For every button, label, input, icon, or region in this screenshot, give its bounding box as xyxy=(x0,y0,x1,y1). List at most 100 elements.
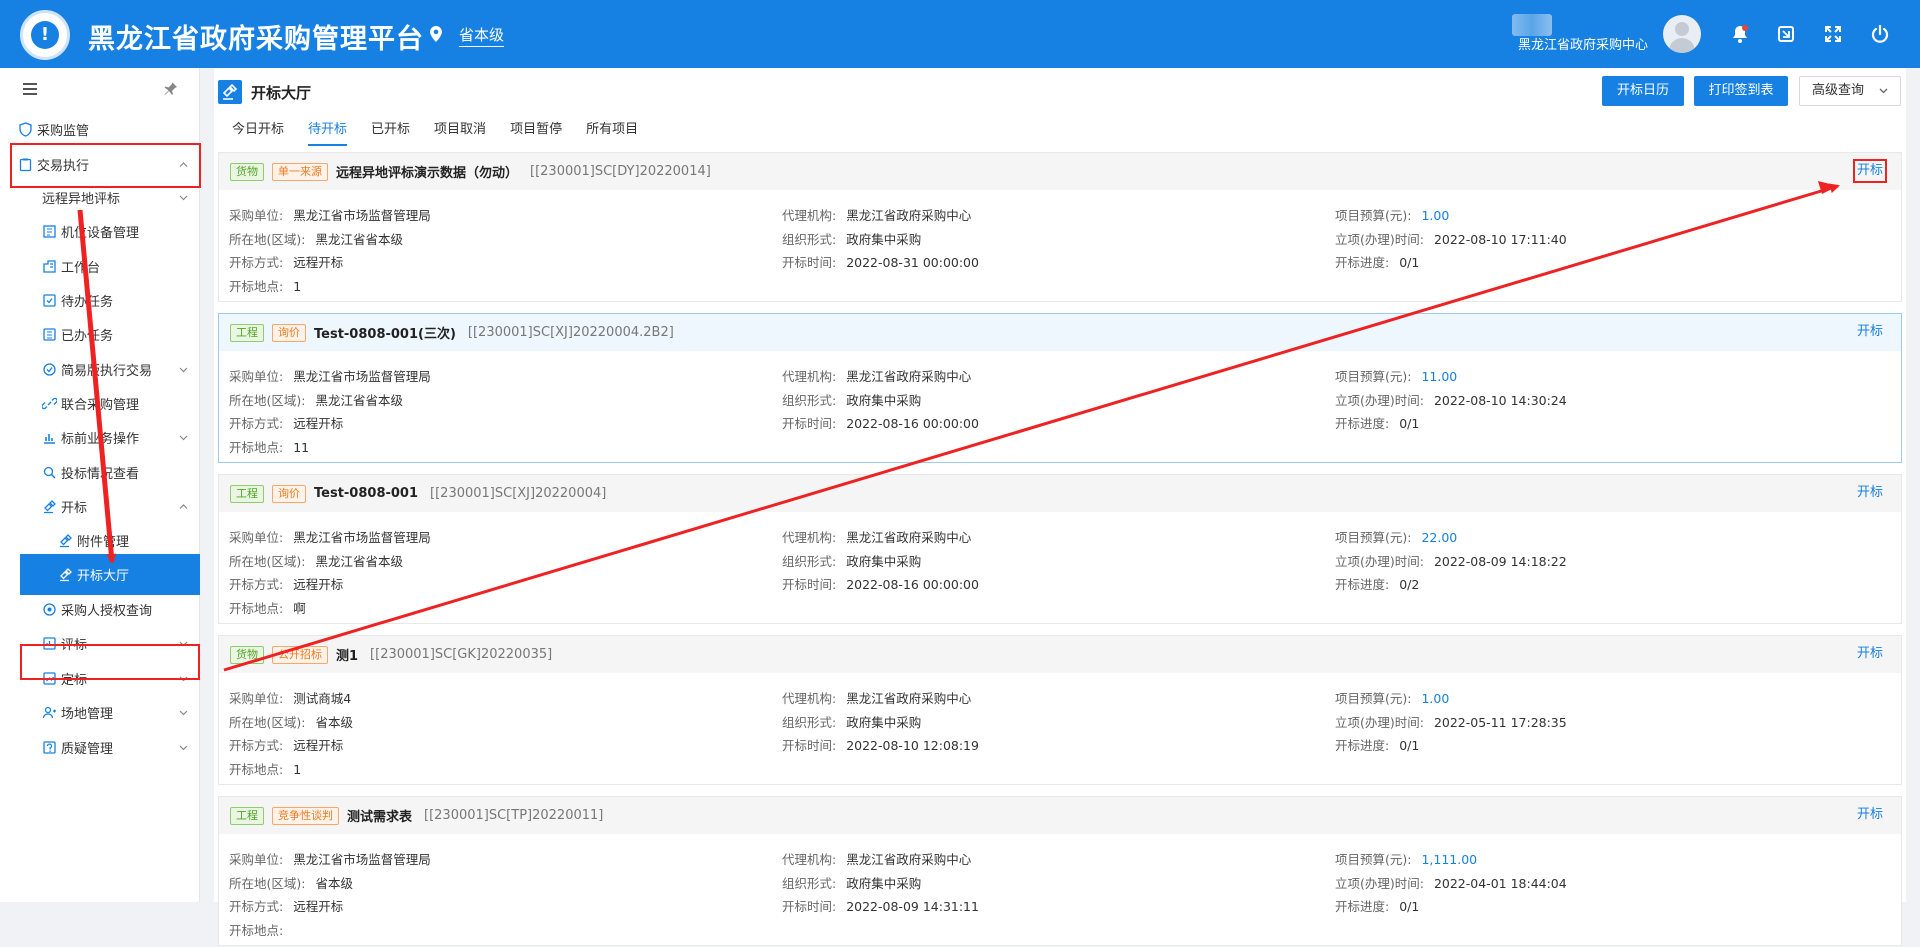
chevron-down-icon[interactable] xyxy=(179,433,188,442)
sidebar-item-18[interactable]: 质疑管理 xyxy=(0,727,200,768)
field-label: 所在地(区域): xyxy=(229,875,306,891)
field-setup-time: 立项(办理)时间: 2022-08-10 17:11:40 xyxy=(1335,229,1567,248)
tab-3[interactable]: 项目取消 xyxy=(434,116,486,146)
field-open-time: 开标时间: 2022-08-31 00:00:00 xyxy=(782,252,979,271)
avatar[interactable] xyxy=(1663,15,1701,53)
field-label: 采购单位: xyxy=(229,369,284,384)
field-label: 采购单位: xyxy=(229,530,284,545)
chevron-down-icon[interactable] xyxy=(179,708,188,717)
field-value: 1.00 xyxy=(1421,208,1450,223)
field-value: 0/2 xyxy=(1399,577,1420,592)
print-signin-button[interactable]: 打印签到表 xyxy=(1694,76,1788,106)
user-name-blurred xyxy=(1512,14,1552,36)
question-icon xyxy=(43,741,56,754)
field-label: 立项(办理)时间: xyxy=(1335,231,1424,247)
field-value: 政府集中采购 xyxy=(846,231,922,247)
chevron-down-icon[interactable] xyxy=(179,193,188,202)
chevron-down-icon[interactable] xyxy=(179,743,188,752)
field-value: 政府集中采购 xyxy=(846,714,922,730)
sidebar-item-label: 标前业务操作 xyxy=(61,432,140,447)
field-region: 所在地(区域): 黑龙江省省本级 xyxy=(229,390,403,409)
field-label: 立项(办理)时间: xyxy=(1335,392,1424,408)
view-icon xyxy=(43,466,56,479)
field-value: 黑龙江省省本级 xyxy=(315,231,403,247)
card-fields: 采购单位: 黑龙江省市场监督管理局 所在地(区域): 黑龙江省省本级 开标方式: 远… xyxy=(219,190,1903,303)
open-bid-link[interactable]: 开标 xyxy=(1857,485,1883,501)
open-bid-link[interactable]: 开标 xyxy=(1857,807,1883,823)
project-code: [[230001]SC[DY]20220014] xyxy=(530,164,711,179)
chevron-down-icon[interactable] xyxy=(179,365,188,374)
field-value: 0/1 xyxy=(1399,899,1420,914)
sidebar-item-label: 投标情况查看 xyxy=(61,467,140,482)
tab-1[interactable]: 待开标 xyxy=(308,116,348,146)
field-value: 0/1 xyxy=(1399,255,1420,270)
field-value: 黑龙江省政府采购中心 xyxy=(846,530,972,545)
calendar-button[interactable]: 开标日历 xyxy=(1602,76,1684,106)
power-icon[interactable] xyxy=(1870,24,1890,44)
card-header: 货物 单一来源 远程异地评标演示数据（勿动） [[230001]SC[DY]20220… xyxy=(219,153,1901,190)
advanced-search-button[interactable]: 高级查询 xyxy=(1799,76,1901,106)
field-budget: 项目预算(元): 1,111.00 xyxy=(1335,849,1477,868)
field-open-time: 开标时间: 2022-08-16 00:00:00 xyxy=(782,574,979,593)
sidebar-scrollbar[interactable] xyxy=(200,68,206,902)
field-org-form: 组织形式: 政府集中采购 xyxy=(782,712,921,731)
chevron-up-icon[interactable] xyxy=(179,502,188,511)
field-value: 2022-08-16 00:00:00 xyxy=(846,416,979,431)
sidebar-item-label: 开标 xyxy=(61,501,88,516)
category-tag: 货物 xyxy=(230,162,264,181)
bell-icon[interactable] xyxy=(1730,24,1750,44)
tab-4[interactable]: 项目暂停 xyxy=(510,116,562,146)
field-agency: 代理机构: 黑龙江省政府采购中心 xyxy=(782,527,971,546)
project-title: Test-0808-001(三次) xyxy=(314,327,456,342)
field-value: 黑龙江省省本级 xyxy=(315,553,403,569)
field-label: 开标方式: xyxy=(229,577,284,592)
field-org-form: 组织形式: 政府集中采购 xyxy=(782,390,921,409)
field-label: 开标地点: xyxy=(229,761,284,777)
sidebar-item-label: 场地管理 xyxy=(61,707,114,722)
field-open-time: 开标时间: 2022-08-16 00:00:00 xyxy=(782,413,979,432)
category-tag: 工程 xyxy=(230,806,264,825)
device-icon xyxy=(43,225,56,238)
field-label: 代理机构: xyxy=(782,530,837,545)
screen-lock-icon[interactable] xyxy=(1776,24,1796,44)
field-value: 远程开标 xyxy=(293,899,344,914)
chevron-down-icon xyxy=(1879,88,1888,94)
field-value: 远程开标 xyxy=(293,738,344,753)
tab-0[interactable]: 今日开标 xyxy=(232,116,284,146)
field-open-time: 开标时间: 2022-08-09 14:31:11 xyxy=(782,896,979,915)
field-region: 所在地(区域): 黑龙江省省本级 xyxy=(229,229,403,248)
field-value: 1,111.00 xyxy=(1421,852,1478,867)
field-label: 开标时间: xyxy=(782,577,837,592)
tab-2[interactable]: 已开标 xyxy=(371,116,410,146)
field-agency: 代理机构: 黑龙江省政府采购中心 xyxy=(782,205,971,224)
field-value: 2022-08-31 00:00:00 xyxy=(846,255,979,270)
card-header: 货物 公开招标 测1 [[230001]SC[GK]20220035] 开标 xyxy=(219,636,1901,673)
field-label: 开标地点: xyxy=(229,922,284,938)
menu-toggle-icon[interactable] xyxy=(23,83,37,95)
field-label: 组织形式: xyxy=(782,714,837,730)
field-label: 开标地点: xyxy=(229,600,284,616)
open-bid-link[interactable]: 开标 xyxy=(1857,324,1883,340)
pin-icon[interactable] xyxy=(164,81,178,95)
tab-5[interactable]: 所有项目 xyxy=(586,116,638,146)
field-value: 2022-08-10 17:11:40 xyxy=(1433,231,1567,247)
open-bid-link[interactable]: 开标 xyxy=(1852,159,1888,183)
field-region: 所在地(区域): 省本级 xyxy=(229,873,353,892)
field-label: 开标进度: xyxy=(1335,738,1390,753)
field-label: 开标时间: xyxy=(782,899,837,914)
advanced-search-label: 高级查询 xyxy=(1812,83,1865,98)
main-panel: 开标大厅 开标日历 打印签到表 高级查询 今日开标 待开标 已开标 项目取消 项目暂停所… xyxy=(214,68,1906,946)
project-title: 测1 xyxy=(336,649,359,664)
field-value: 1 xyxy=(293,761,302,777)
fullscreen-icon[interactable] xyxy=(1823,24,1843,44)
field-label: 开标进度: xyxy=(1335,255,1390,270)
field-value: 黑龙江省市场监督管理局 xyxy=(293,369,431,384)
field-region: 所在地(区域): 省本级 xyxy=(229,712,353,731)
field-agency: 代理机构: 黑龙江省政府采购中心 xyxy=(782,849,971,868)
region-selector[interactable]: 省本级 xyxy=(459,24,505,47)
field-value: 0/1 xyxy=(1399,416,1420,431)
open-bid-link[interactable]: 开标 xyxy=(1857,646,1883,662)
field-agency: 代理机构: 黑龙江省政府采购中心 xyxy=(782,688,971,707)
sidebar-item-label: 质疑管理 xyxy=(61,742,114,757)
field-value: 黑龙江省市场监督管理局 xyxy=(293,530,431,545)
